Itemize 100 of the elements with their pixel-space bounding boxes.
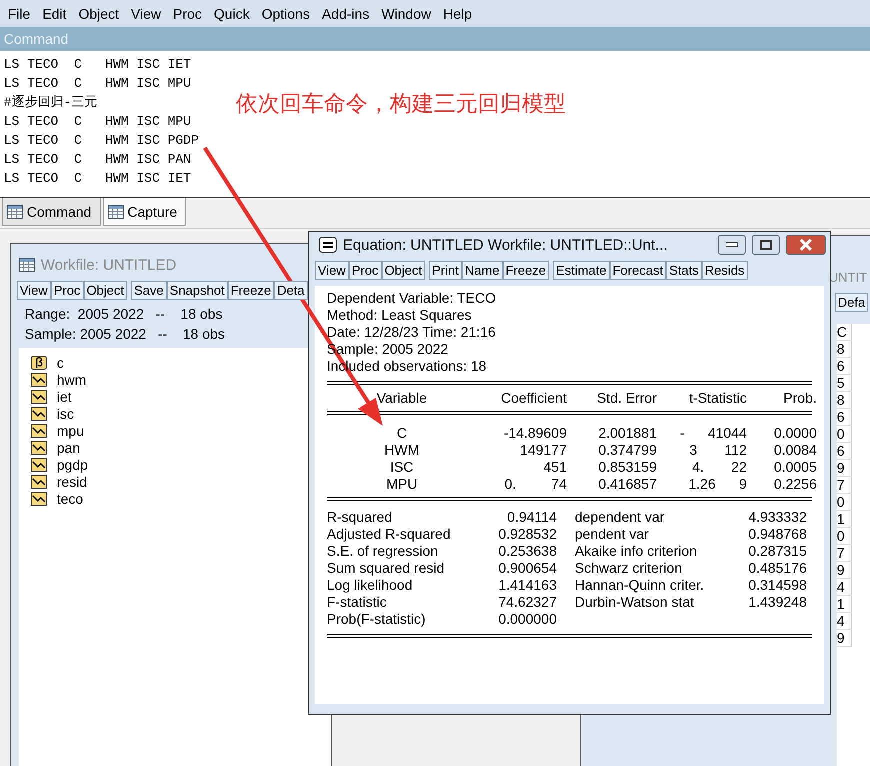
table-cell-text: 4.933332 xyxy=(748,509,807,526)
object-name[interactable]: mpu xyxy=(57,422,84,438)
table-cell-text: Sum squared resid xyxy=(327,560,446,577)
dropdown[interactable]: Defa xyxy=(835,292,868,312)
command-line: LS TECO C HWM ISC MPU xyxy=(4,75,192,93)
object-name[interactable]: iet xyxy=(57,388,72,404)
series-icon xyxy=(31,372,47,386)
menu-item[interactable]: Proc xyxy=(167,6,208,22)
close-button[interactable] xyxy=(786,235,826,255)
table-cell-text: - 41044 xyxy=(679,425,747,442)
series-icon xyxy=(31,390,47,404)
spreadsheet-icon xyxy=(7,204,23,218)
table-cell-text: pendent var xyxy=(574,526,650,543)
menu-item[interactable]: Window xyxy=(376,6,438,22)
sample-text: Sample: 2005 2022 -- 18 obs xyxy=(25,325,226,344)
table-cell: 9 xyxy=(837,562,852,579)
menu-item[interactable]: Add-ins xyxy=(316,6,376,22)
table-cell: 4 xyxy=(837,579,852,596)
minimize-icon xyxy=(726,242,738,248)
table-cell-text: 0.853159 xyxy=(598,459,657,476)
table-cell: 4 xyxy=(837,613,852,630)
table-cell-text: C xyxy=(396,425,408,442)
table-cell-text: 0.485176 xyxy=(748,560,807,577)
object-name[interactable]: pgdp xyxy=(57,456,88,472)
column-header: Prob. xyxy=(782,390,817,406)
close-icon xyxy=(799,239,813,251)
table-cell-text: 0.253638 xyxy=(498,543,557,560)
table-cell-text: Schwarz criterion xyxy=(574,560,684,577)
command-line: #逐步回归-三元 xyxy=(4,94,99,112)
table-cell: 1 xyxy=(837,596,852,613)
menu-item[interactable]: Edit xyxy=(36,6,73,22)
toolbar-button[interactable]: Object xyxy=(84,280,128,300)
object-name[interactable]: isc xyxy=(57,406,74,422)
toolbar-button[interactable]: Freeze xyxy=(502,260,550,280)
table-cell-text: HWM xyxy=(384,442,420,459)
column-header: C xyxy=(837,324,852,341)
command-line: LS TECO C HWM ISC PAN xyxy=(4,151,192,169)
toolbar-button[interactable]: View xyxy=(17,280,51,300)
table-cell: 9 xyxy=(837,460,852,477)
table-cell-text: R-squared xyxy=(327,509,394,526)
object-name[interactable]: resid xyxy=(57,474,88,490)
table-cell: 6 xyxy=(837,443,852,460)
series-icon xyxy=(31,406,47,420)
toolbar-button[interactable]: Forecast xyxy=(610,260,666,280)
toolbar-button[interactable]: Object xyxy=(382,260,426,280)
table-cell-text: 0.416857 xyxy=(598,476,657,493)
menu-item[interactable]: Quick xyxy=(208,6,256,22)
toolbar-button[interactable]: Freeze xyxy=(228,280,274,300)
menu-item[interactable]: Options xyxy=(256,6,316,22)
table-cell-text: 74.62327 xyxy=(498,594,557,611)
menu-icon xyxy=(319,237,337,253)
series-icon xyxy=(31,424,47,438)
table-cell-text: F-statistic xyxy=(327,594,388,611)
toolbar-button[interactable]: Name xyxy=(462,260,503,280)
toolbar-button[interactable]: View xyxy=(315,260,349,280)
toolbar-button[interactable]: Estimate xyxy=(553,260,610,280)
table-cell-text: 0.0084 xyxy=(773,442,817,459)
tab[interactable]: Command xyxy=(2,198,101,226)
table-cell-text: Hannan-Quinn criter. xyxy=(574,577,706,594)
table-cell: 0 xyxy=(837,494,852,511)
menu-item[interactable]: Help xyxy=(437,6,478,22)
object-name[interactable]: c xyxy=(57,354,64,370)
tab[interactable]: Capture xyxy=(102,198,186,226)
minimize-button[interactable] xyxy=(718,235,746,255)
menu-item[interactable]: File xyxy=(2,6,37,22)
table-cell: 1 xyxy=(837,511,852,528)
menu-item[interactable]: Object xyxy=(72,6,126,22)
spreadsheet-icon xyxy=(108,204,124,218)
toolbar-button[interactable]: Deta xyxy=(274,280,308,300)
object-name[interactable]: teco xyxy=(57,490,84,506)
maximize-button[interactable] xyxy=(752,235,780,255)
toolbar-button[interactable]: Snapshot xyxy=(166,280,228,300)
series-icon xyxy=(31,458,47,472)
series-icon xyxy=(31,440,47,454)
table-cell-text: Adjusted R-squared xyxy=(327,526,452,543)
column-header: Std. Error xyxy=(596,390,657,406)
toolbar-button[interactable]: Proc xyxy=(348,260,382,280)
panel-title: Command xyxy=(0,27,870,51)
table-cell-text: 0.2256 xyxy=(773,476,817,493)
table-cell-text: 0.948768 xyxy=(748,526,807,543)
object-name[interactable]: pan xyxy=(57,440,80,456)
toolbar-button[interactable]: Proc xyxy=(50,280,84,300)
maximize-icon xyxy=(760,240,772,250)
toolbar-button[interactable]: Resids xyxy=(702,260,748,280)
object-name[interactable]: hwm xyxy=(57,372,87,388)
table-cell-text: 0.94114 xyxy=(506,509,557,526)
column-header: Variable xyxy=(376,390,428,406)
command-line: LS TECO C HWM ISC IET xyxy=(4,170,192,188)
toolbar-button[interactable]: Save xyxy=(131,280,167,300)
toolbar-button[interactable]: Print xyxy=(429,260,462,280)
table-cell: 8 xyxy=(837,392,852,409)
table-cell: 5 xyxy=(837,375,852,392)
menu-item[interactable]: View xyxy=(125,6,168,22)
table-cell-text: 1.26 9 xyxy=(688,476,747,493)
toolbar-button[interactable]: Stats xyxy=(666,260,702,280)
table-cell-text: Log likelihood xyxy=(327,577,414,594)
table-cell-text: 0.900654 xyxy=(498,560,557,577)
table-cell: 0 xyxy=(837,528,852,545)
table-cell: 7 xyxy=(837,477,852,494)
table-cell-text: 149177 xyxy=(519,442,567,459)
